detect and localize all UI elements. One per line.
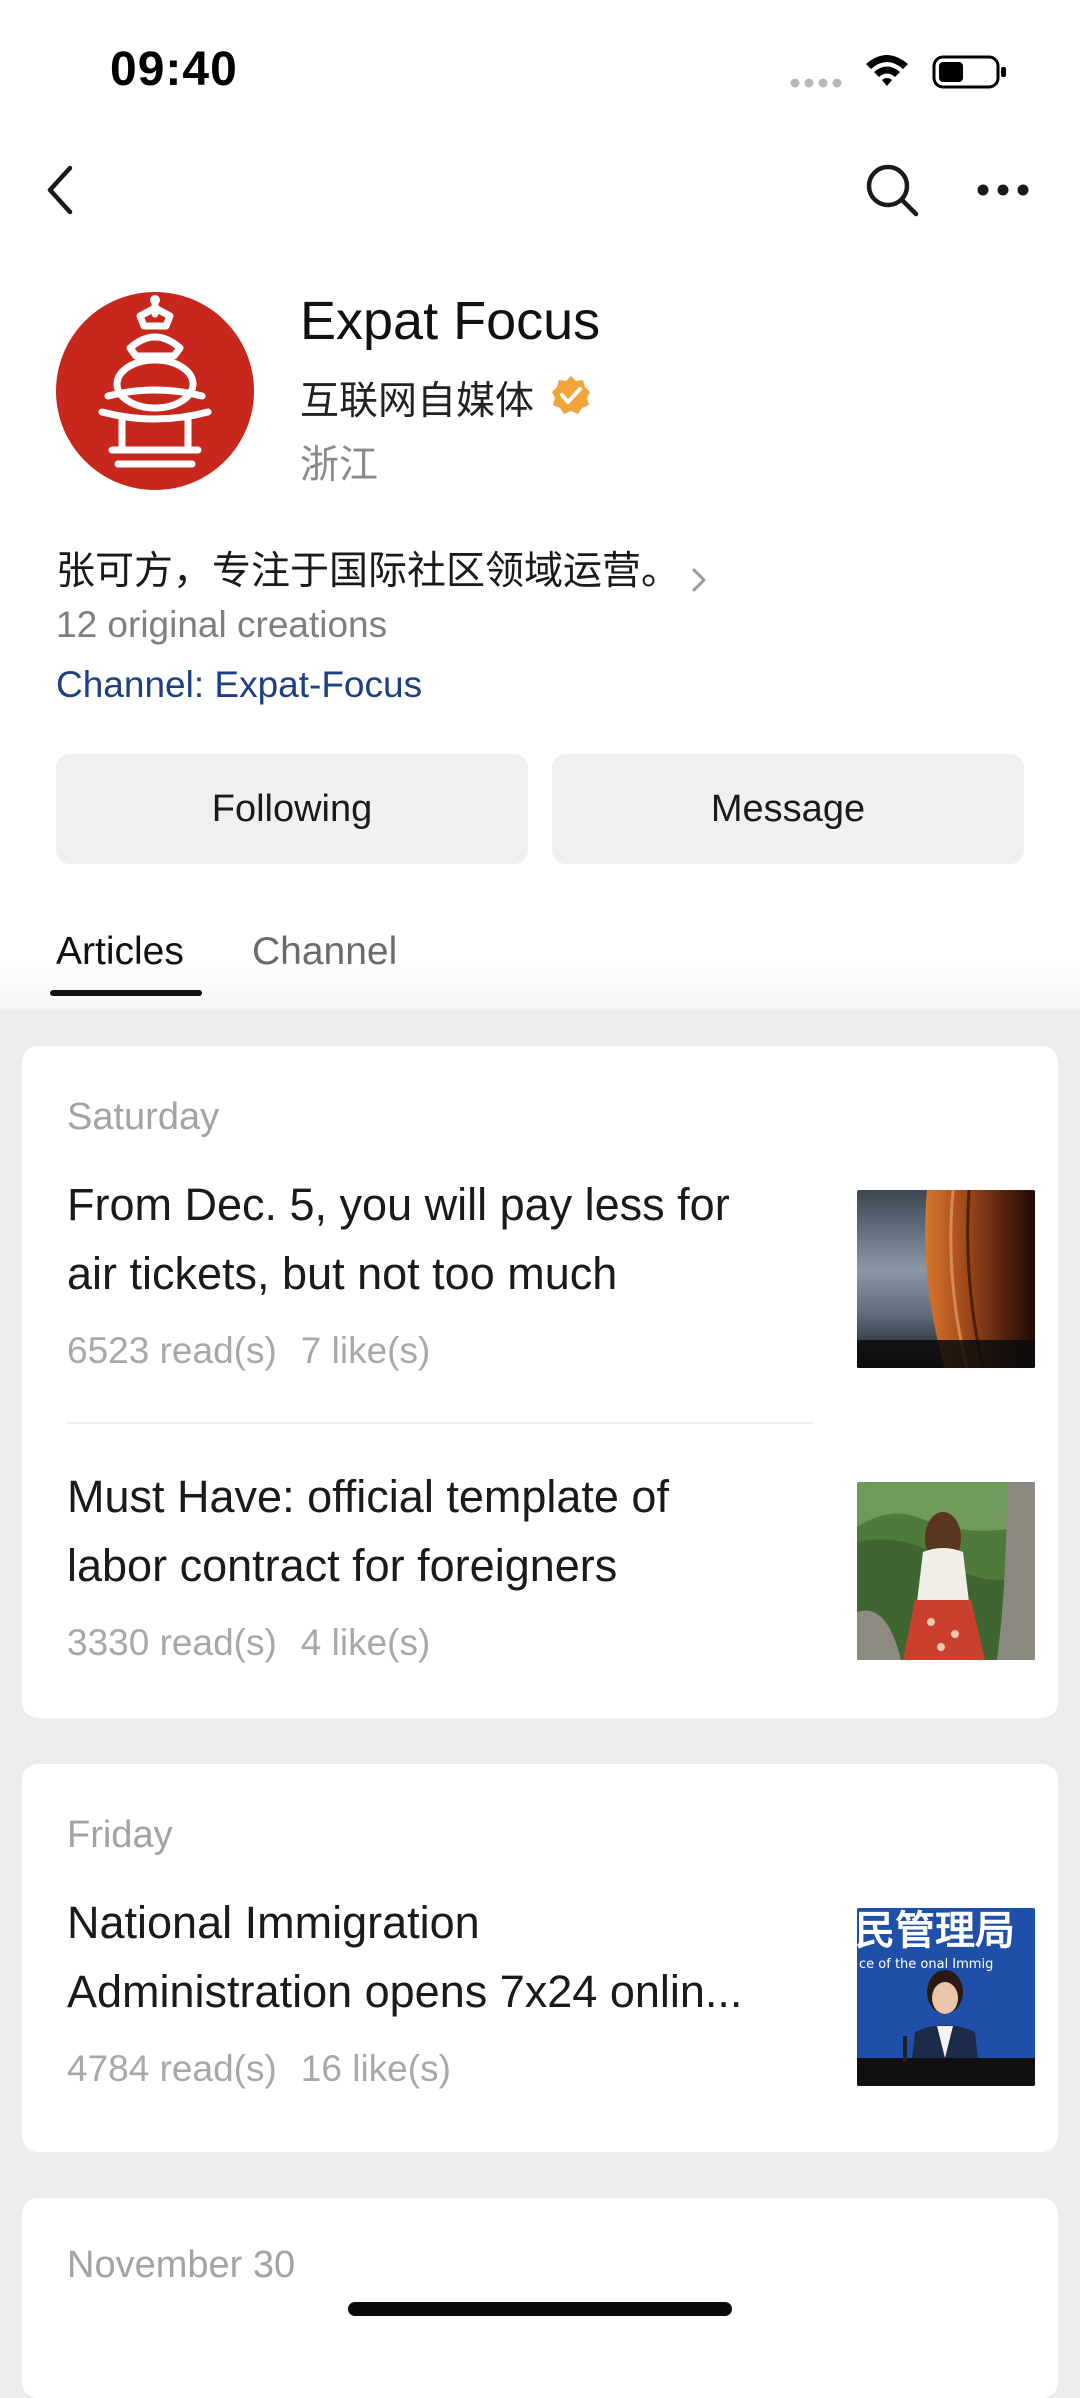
channel-link[interactable]: Channel: Expat-Focus	[56, 664, 422, 706]
article-title-line: labor contract for foreigners	[67, 1540, 618, 1591]
status-time: 09:40	[110, 43, 238, 96]
day-label: November 30	[67, 2244, 296, 2286]
article-thumbnail: 民管理局 ce of the onal Immig	[857, 1908, 1035, 2086]
article-stats: 6523 read(s) 7 like(s)	[67, 1330, 430, 1372]
article-title: From Dec. 5, you will pay less for air t…	[67, 1170, 807, 1308]
thumbnail-sign-text: 民管理局	[857, 1908, 1015, 1954]
original-creations-count: 12 original creations	[56, 604, 388, 645]
article-item[interactable]: Must Have: official template of labor co…	[67, 1471, 1035, 1664]
article-thumbnail	[857, 1190, 1035, 1368]
article-stats: 4784 read(s) 16 like(s)	[67, 2048, 451, 2090]
profile-region: 浙江	[300, 444, 379, 487]
article-group-card: Saturday From Dec. 5, you will pay less …	[22, 1046, 1058, 1718]
article-title-line: Administration opens 7x24 onlin...	[67, 1966, 743, 2017]
home-indicator	[348, 2302, 732, 2316]
search-icon[interactable]	[864, 162, 920, 218]
following-button[interactable]: Following	[56, 754, 528, 864]
status-bar: 09:40	[0, 0, 1080, 140]
wifi-icon	[866, 55, 908, 86]
battery-icon	[932, 55, 1006, 89]
airplane-window-image	[857, 1190, 1035, 1368]
like-count: 4 like(s)	[300, 1622, 431, 1663]
great-wall-image	[857, 1482, 1035, 1660]
article-title: Must Have: official template of labor co…	[67, 1462, 807, 1600]
article-group-card: November 30	[22, 2198, 1058, 2398]
chevron-right-icon	[692, 568, 706, 592]
verified-badge-icon	[552, 376, 590, 414]
thumbnail-sign-subtext: ce of the onal Immig	[859, 1957, 993, 1972]
bio-row[interactable]: 张可方，专注于国际社区领域运营。	[56, 540, 710, 596]
read-count: 4784 read(s)	[67, 2048, 277, 2089]
back-icon[interactable]	[40, 160, 80, 220]
active-tab-indicator	[50, 990, 202, 996]
avatar[interactable]	[56, 292, 254, 490]
like-count: 7 like(s)	[300, 1330, 431, 1371]
article-stats: 3330 read(s) 4 like(s)	[67, 1622, 430, 1664]
article-title-line: air tickets, but not too much	[67, 1248, 618, 1299]
article-title-line: Must Have: official template of	[67, 1471, 669, 1522]
tab-channel[interactable]: Channel	[252, 930, 397, 974]
more-options-icon[interactable]	[976, 182, 1030, 198]
article-group-card: Friday National Immigration Administrati…	[22, 1764, 1058, 2152]
bio-text: 张可方，专注于国际社区领域运营。	[56, 550, 681, 593]
article-title: National Immigration Administration open…	[67, 1888, 807, 2026]
read-count: 6523 read(s)	[67, 1330, 277, 1371]
article-divider	[67, 1422, 813, 1424]
profile-name: Expat Focus	[300, 291, 601, 351]
press-conference-image: 民管理局 ce of the onal Immig	[857, 1908, 1035, 2086]
article-title-line: From Dec. 5, you will pay less for	[67, 1179, 730, 1230]
day-label: Saturday	[67, 1096, 220, 1138]
article-thumbnail	[857, 1482, 1035, 1660]
like-count: 16 like(s)	[300, 2048, 451, 2089]
account-type: 互联网自媒体	[300, 380, 535, 423]
message-button[interactable]: Message	[552, 754, 1024, 864]
day-label: Friday	[67, 1814, 173, 1856]
cellular-signal-icon	[790, 78, 842, 88]
article-item[interactable]: From Dec. 5, you will pay less for air t…	[67, 1179, 1035, 1372]
pagoda-logo-icon	[98, 295, 212, 468]
article-title-line: National Immigration	[67, 1897, 480, 1948]
article-item[interactable]: National Immigration Administration open…	[67, 1897, 1035, 2090]
tab-articles[interactable]: Articles	[56, 930, 184, 974]
read-count: 3330 read(s)	[67, 1622, 277, 1663]
